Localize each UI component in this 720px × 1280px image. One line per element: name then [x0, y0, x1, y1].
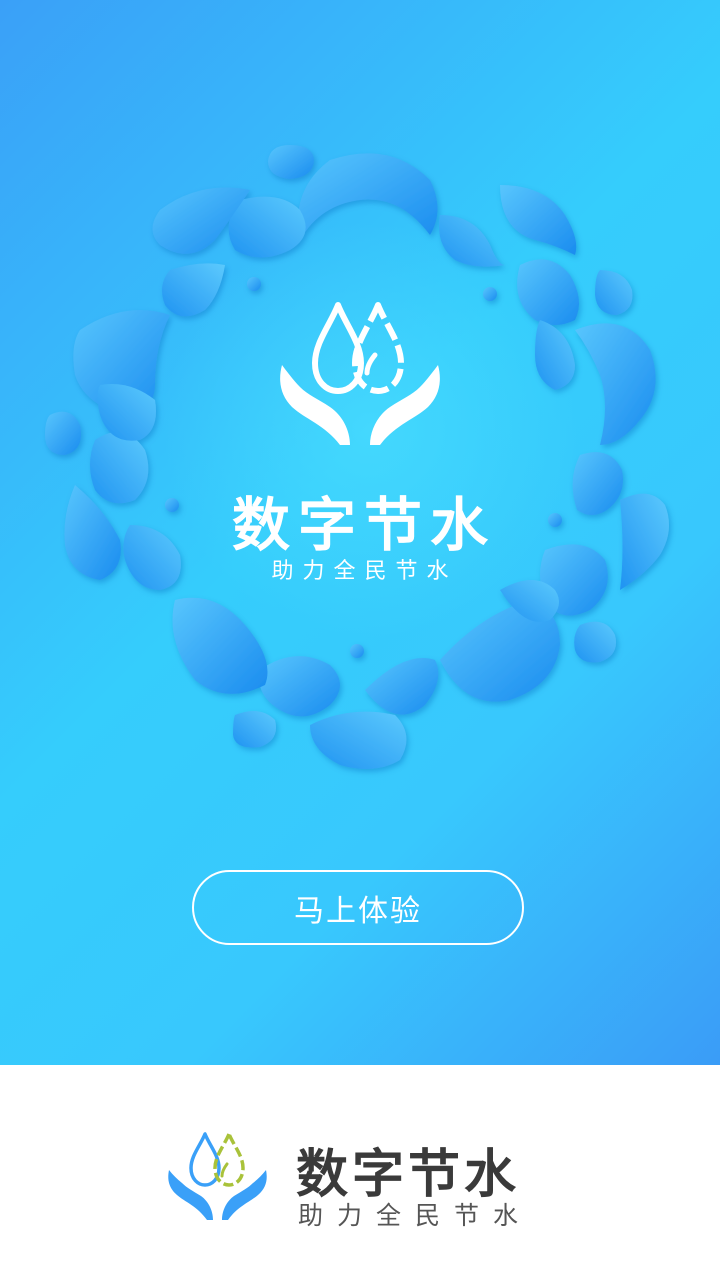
- water-drop: [350, 644, 364, 658]
- hero-background: 数字节水 助力全民节水 马上体验: [0, 0, 720, 1065]
- water-drop: [268, 145, 314, 179]
- footer-subtitle: 助力全民节水: [298, 1201, 533, 1230]
- water-drop: [483, 287, 497, 301]
- water-drop: [172, 597, 268, 694]
- water-drop: [233, 711, 276, 748]
- water-drop: [575, 323, 656, 445]
- water-drop: [535, 320, 575, 390]
- water-drop: [365, 658, 439, 715]
- water-drop: [595, 270, 633, 315]
- hero-subtitle: 助力全民节水: [271, 559, 458, 584]
- water-drop: [259, 656, 340, 717]
- water-drops-hands-icon: [168, 1132, 267, 1220]
- water-drops-hands-icon: [280, 302, 440, 445]
- hero-title: 数字节水: [231, 491, 496, 559]
- water-drop: [574, 621, 616, 663]
- water-drop: [45, 411, 81, 455]
- water-drop: [517, 259, 579, 325]
- water-drop: [310, 711, 407, 769]
- water-drop: [439, 215, 505, 267]
- water-drop: [298, 153, 438, 240]
- water-drop: [228, 196, 306, 258]
- try-now-button[interactable]: 马上体验: [192, 870, 524, 945]
- water-drop: [247, 277, 261, 291]
- splash-screen: 数字节水 助力全民节水 马上体验 数字节水 助力全民节水: [0, 0, 720, 1280]
- water-drop: [500, 185, 577, 255]
- water-drop: [161, 263, 225, 317]
